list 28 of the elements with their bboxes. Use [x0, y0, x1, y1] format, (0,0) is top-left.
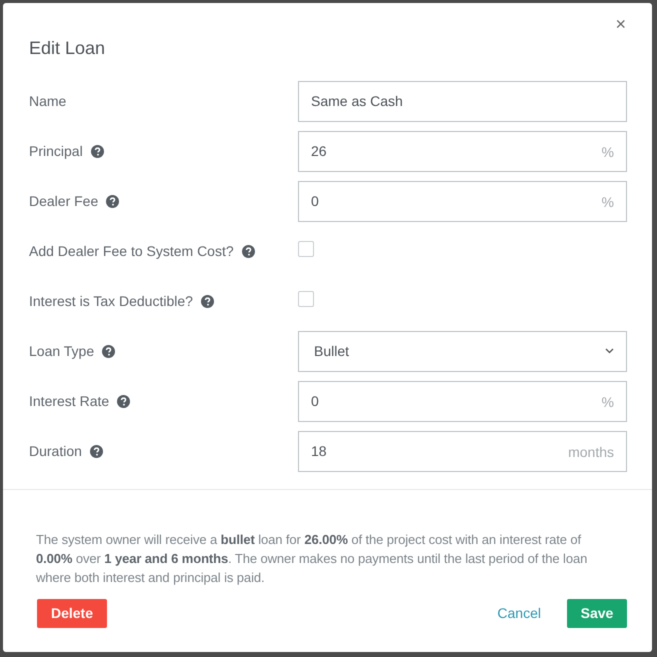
loan-summary: The system owner will receive a bullet loan for 26.00% of the project cost with an interest rate of 0.00% over 1 year and 6 months. The owner makes no payments until the last period of the loan where both interest and principal is paid. [35, 531, 588, 587]
close-button[interactable]: × [615, 15, 626, 33]
help-icon[interactable] [200, 294, 214, 308]
field-label: Add Dealer Fee to System Cost? [29, 242, 234, 261]
help-icon[interactable] [242, 244, 255, 258]
select-dropdown[interactable]: Bullet [298, 330, 627, 372]
field-label: Duration [29, 442, 82, 460]
unit-label: months [568, 442, 614, 462]
help-icon[interactable] [90, 144, 104, 158]
help-icon[interactable] [106, 194, 120, 208]
help-icon[interactable] [90, 444, 103, 458]
help-icon[interactable] [102, 344, 116, 358]
help-icon[interactable] [117, 394, 130, 408]
unit-label: % [602, 192, 614, 212]
checkbox[interactable] [298, 241, 314, 257]
field-label: Interest is Tax Deductible? [29, 292, 193, 310]
dialog-title: Edit Loan [29, 37, 106, 60]
field-label: Principal [29, 142, 83, 161]
unit-label: % [602, 142, 614, 162]
field-label: Dealer Fee [29, 192, 98, 210]
field-label: Name [29, 92, 66, 110]
unit-label: % [602, 392, 614, 412]
delete-button[interactable]: Delete [37, 599, 107, 628]
checkbox[interactable] [298, 291, 314, 307]
field-label: Interest Rate [29, 392, 110, 410]
chevron-down-icon [605, 348, 614, 354]
field-label: Loan Type [29, 342, 94, 361]
input-field[interactable]: Same as Cash [298, 80, 627, 122]
